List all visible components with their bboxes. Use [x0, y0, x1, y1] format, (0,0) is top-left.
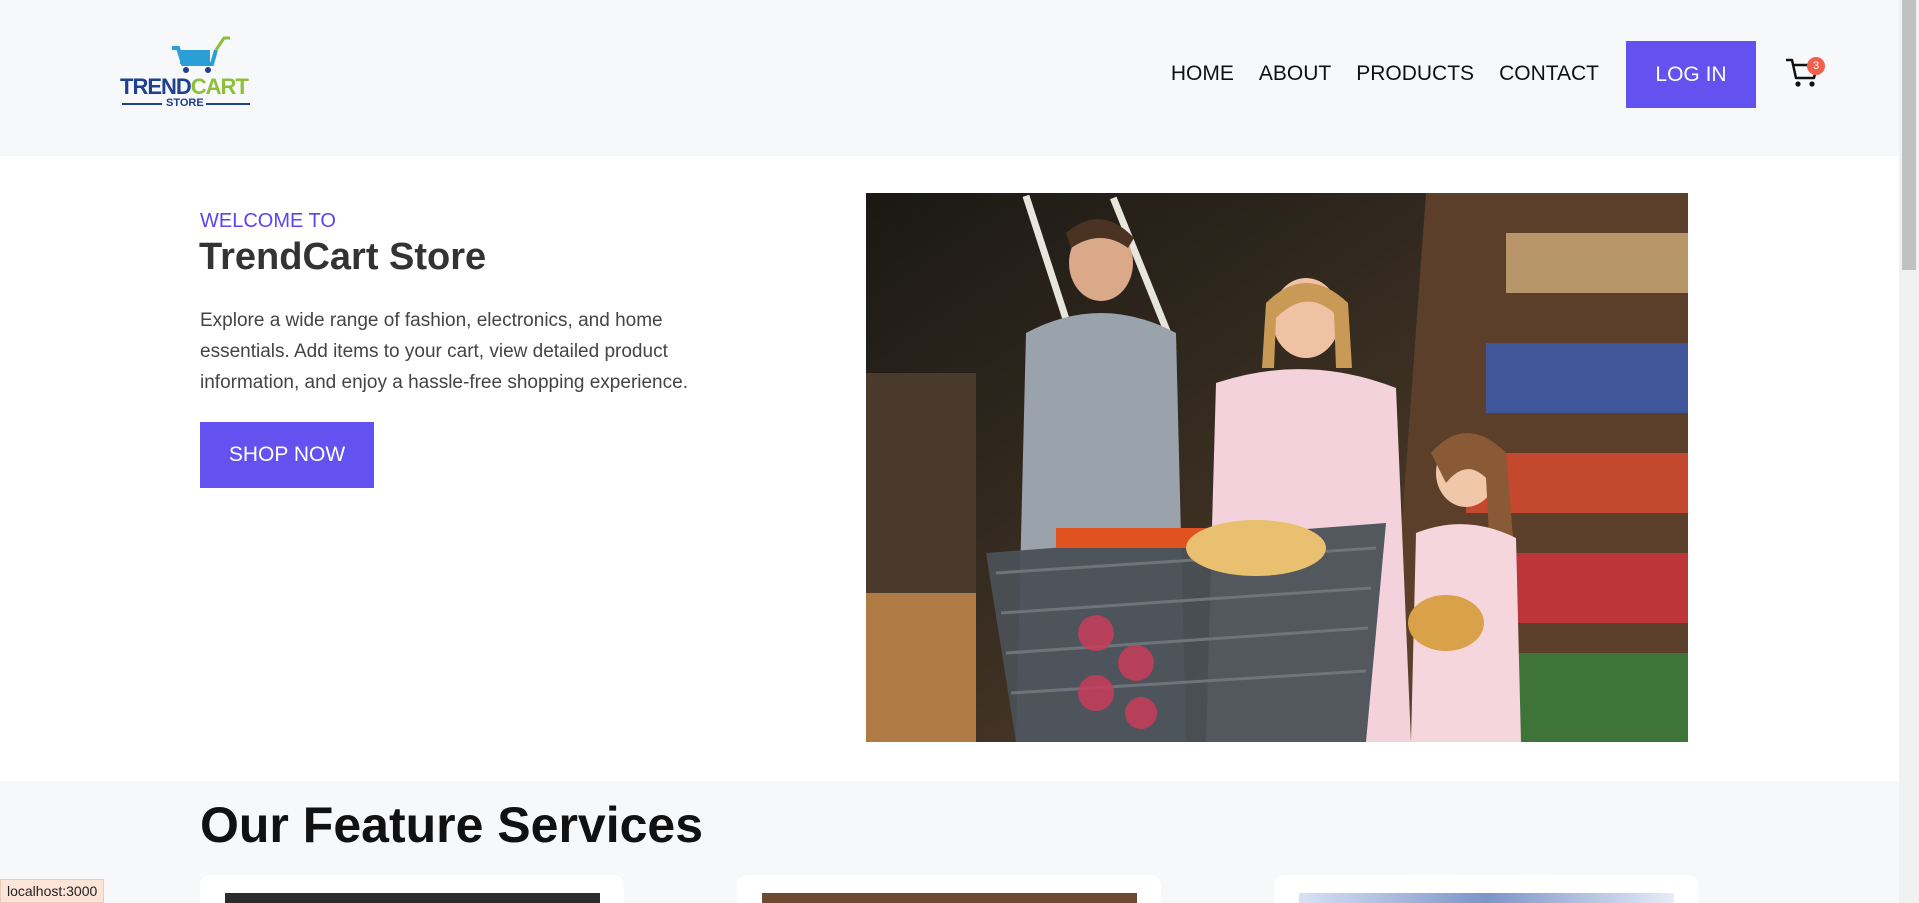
logo-line-right — [206, 103, 250, 105]
brand-sub: STORE — [166, 97, 204, 109]
brand-logo[interactable]: TRENDCART STORE — [120, 36, 252, 110]
hero-section: WELCOME TO TrendCart Store Explore a wid… — [0, 156, 1899, 781]
logo-line-left — [122, 103, 162, 105]
login-button[interactable]: LOG IN — [1626, 41, 1756, 108]
hero-title: TrendCart Store — [199, 236, 487, 278]
shop-now-button[interactable]: SHOP NOW — [200, 422, 374, 488]
service-card[interactable] — [200, 875, 624, 903]
service-card-image — [225, 893, 600, 903]
nav-products[interactable]: PRODUCTS — [1356, 62, 1474, 86]
feature-services-section: Our Feature Services — [0, 781, 1899, 903]
site-header: TRENDCART STORE HOME ABOUT PRODUCTS CONT… — [0, 0, 1899, 156]
cart-count-badge: 3 — [1807, 57, 1825, 75]
service-card[interactable] — [1274, 875, 1698, 903]
service-card[interactable] — [737, 875, 1161, 903]
nav-contact[interactable]: CONTACT — [1499, 62, 1599, 86]
nav-about[interactable]: ABOUT — [1259, 62, 1331, 86]
nav-home[interactable]: HOME — [1171, 62, 1234, 86]
main-nav: HOME ABOUT PRODUCTS CONTACT — [1171, 62, 1599, 86]
hero-eyebrow: WELCOME TO — [200, 210, 336, 232]
status-bar-url: localhost:3000 — [0, 879, 105, 903]
scrollbar-thumb[interactable] — [1902, 0, 1916, 270]
services-title: Our Feature Services — [200, 797, 704, 853]
hero-description: Explore a wide range of fashion, electro… — [200, 310, 688, 393]
hero-family-shopping-image — [866, 193, 1688, 742]
service-card-image — [1299, 893, 1674, 903]
service-card-image — [762, 893, 1137, 903]
